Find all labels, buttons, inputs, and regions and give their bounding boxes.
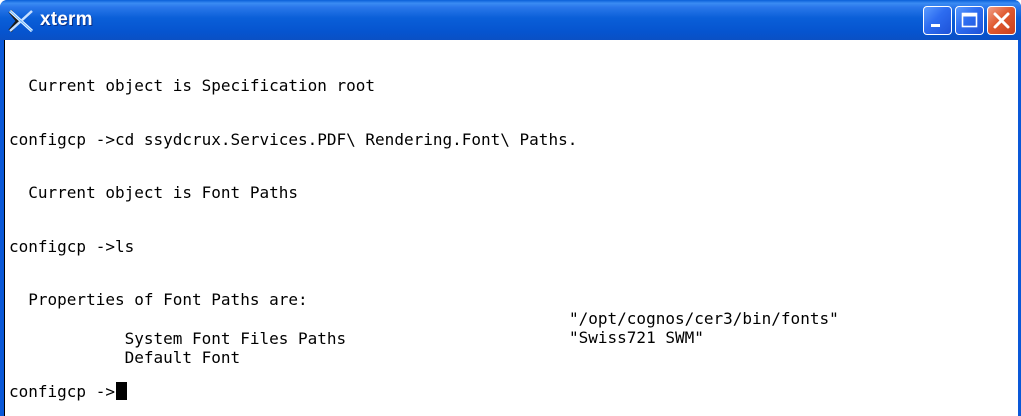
close-button[interactable] <box>987 6 1016 35</box>
property-value: "Swiss721 SWM" <box>569 328 704 347</box>
property-value: "/opt/cognos/cer3/bin/fonts" <box>569 309 839 328</box>
output-line-current-font-paths: Current object is Font Paths <box>9 183 298 202</box>
property-row-system-font-files-paths: System Font Files Paths "/opt/cognos/cer… <box>9 309 839 348</box>
output-line-current-root: Current object is Specification root <box>9 76 376 95</box>
text-cursor <box>115 382 127 400</box>
minimize-icon <box>931 24 940 27</box>
maximize-icon <box>961 12 978 28</box>
maximize-button[interactable] <box>955 6 984 35</box>
property-name: Default Font <box>86 348 241 367</box>
minimize-button[interactable] <box>923 6 952 35</box>
window-title: xterm <box>40 9 93 30</box>
close-icon <box>993 12 1010 29</box>
xterm-window: xterm Current object is Specification ro… <box>0 0 1021 416</box>
command-line-ls: configcp ->ls <box>9 237 135 256</box>
terminal-output: Current object is Specification root con… <box>9 40 1009 401</box>
property-row-default-font: Default Font "Swiss721 SWM" <box>9 328 704 367</box>
shell-prompt: configcp -> <box>9 382 115 401</box>
output-line-properties-header: Properties of Font Paths are: <box>9 290 308 309</box>
xterm-x-icon <box>8 8 34 34</box>
title-bar[interactable]: xterm <box>0 0 1021 40</box>
terminal-area[interactable]: Current object is Specification root con… <box>4 40 1018 416</box>
command-line-cd: configcp ->cd ssydcrux.Services.PDF\ Ren… <box>9 130 578 149</box>
prompt-line[interactable]: configcp -> <box>9 382 127 402</box>
